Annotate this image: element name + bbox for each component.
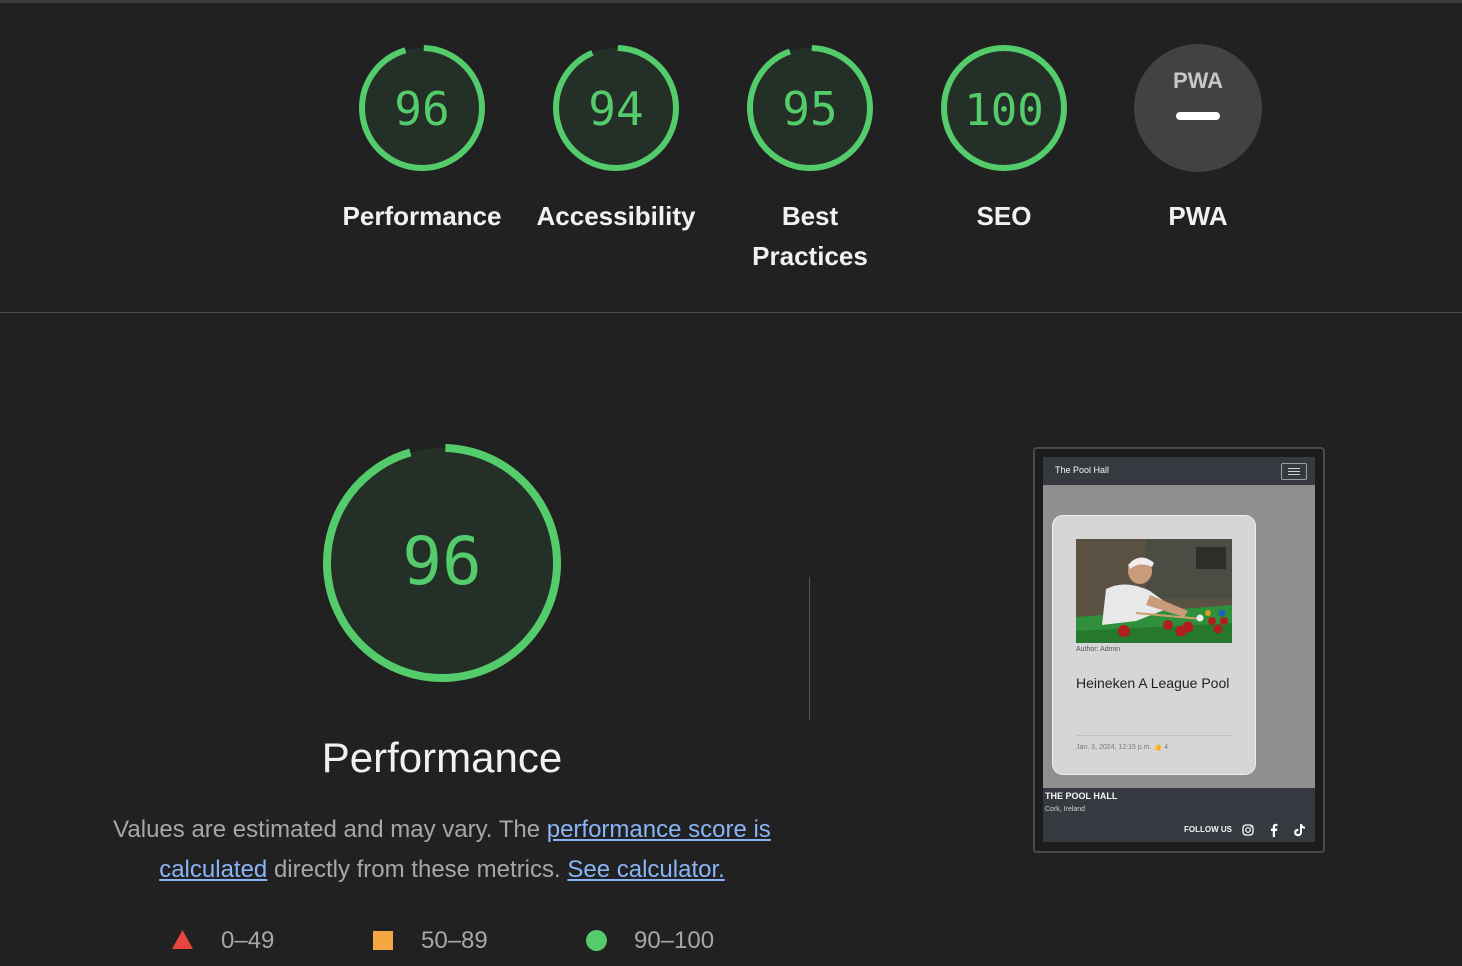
facebook-icon [1271,823,1278,837]
preview-footer-title: THE POOL HALL [1045,791,1118,801]
gauge-accessibility-ring: 94 [553,45,679,171]
see-calculator-link[interactable]: See calculator. [567,856,724,883]
gauge-performance-score: 96 [394,82,449,136]
gauge-performance-ring: 96 [359,45,485,171]
gauge-seo-label: SEO [976,201,1032,231]
gauge-best-practices-score: 95 [782,82,837,136]
performance-main-gauge: 96 [323,444,561,682]
tiktok-icon [1294,824,1305,837]
preview-footer-location: Cork, Ireland [1045,806,1086,813]
preview-post-title: Heineken A League Pool [1076,675,1230,691]
legend-fail: 0–49 [172,924,312,958]
performance-title: Performance [321,734,563,781]
desc-prefix: Values are estimated and may vary. The [113,816,547,843]
pool-player-photo [1076,539,1232,643]
preview-footer: THE POOL HALL Cork, Ireland FOLLOW US [1043,788,1315,842]
vertical-divider [809,577,810,720]
preview-author: Author: Admin [1076,646,1120,653]
gauge-performance-label: Performance [342,201,502,231]
gauge-accessibility[interactable]: 94 Accessibility [519,42,713,236]
gauge-pwa-badge: PWA [1134,44,1262,172]
green-circle-icon [586,930,607,951]
na-dash-icon [1176,112,1220,120]
top-border [0,0,1462,3]
legend-average-range: 50–89 [421,927,488,954]
performance-description: Values are estimated and may vary. The p… [112,810,772,890]
gauge-seo-ring: 100 [941,45,1067,171]
gauge-accessibility-score: 94 [588,82,643,136]
preview-brand: The Pool Hall [1055,465,1110,475]
instagram-icon [1242,824,1254,836]
preview-follow-label: FOLLOW US [1184,825,1232,834]
red-triangle-icon [172,930,193,949]
section-divider [0,312,1462,313]
preview-navbar: The Pool Hall [1043,457,1315,485]
gauge-best-practices-label: Best Practices [752,201,868,271]
pwa-logo-icon: PWA [1173,68,1223,93]
orange-square-icon [373,931,393,950]
gauge-performance[interactable]: 96 Performance [325,42,519,236]
final-screenshot-preview[interactable]: The Pool Hall Author: Admin Heineken A L… [1033,447,1325,853]
hamburger-menu-icon [1281,463,1307,480]
legend-pass-range: 90–100 [634,927,715,954]
gauge-seo[interactable]: 100 SEO [907,42,1101,236]
legend-average: 50–89 [373,924,513,958]
legend-pass: 90–100 [586,924,746,958]
card-divider [1076,735,1232,736]
legend-fail-range: 0–49 [221,927,275,954]
gauge-best-practices[interactable]: 95 Best Practices [713,42,907,276]
performance-main-score: 96 [402,523,481,600]
gauge-accessibility-label: Accessibility [536,201,696,231]
gauge-best-practices-ring: 95 [747,45,873,171]
gauge-pwa-label: PWA [1168,201,1228,231]
desc-middle: directly from these metrics. [267,856,568,883]
gauge-seo-score: 100 [964,85,1043,136]
preview-post-card: Author: Admin Heineken A League Pool Jan… [1052,515,1256,775]
preview-screen: The Pool Hall Author: Admin Heineken A L… [1043,457,1315,842]
gauge-pwa[interactable]: PWA PWA [1101,42,1295,236]
preview-post-meta: Jan. 3, 2024, 12:15 p.m. 👍 4 [1076,744,1168,751]
